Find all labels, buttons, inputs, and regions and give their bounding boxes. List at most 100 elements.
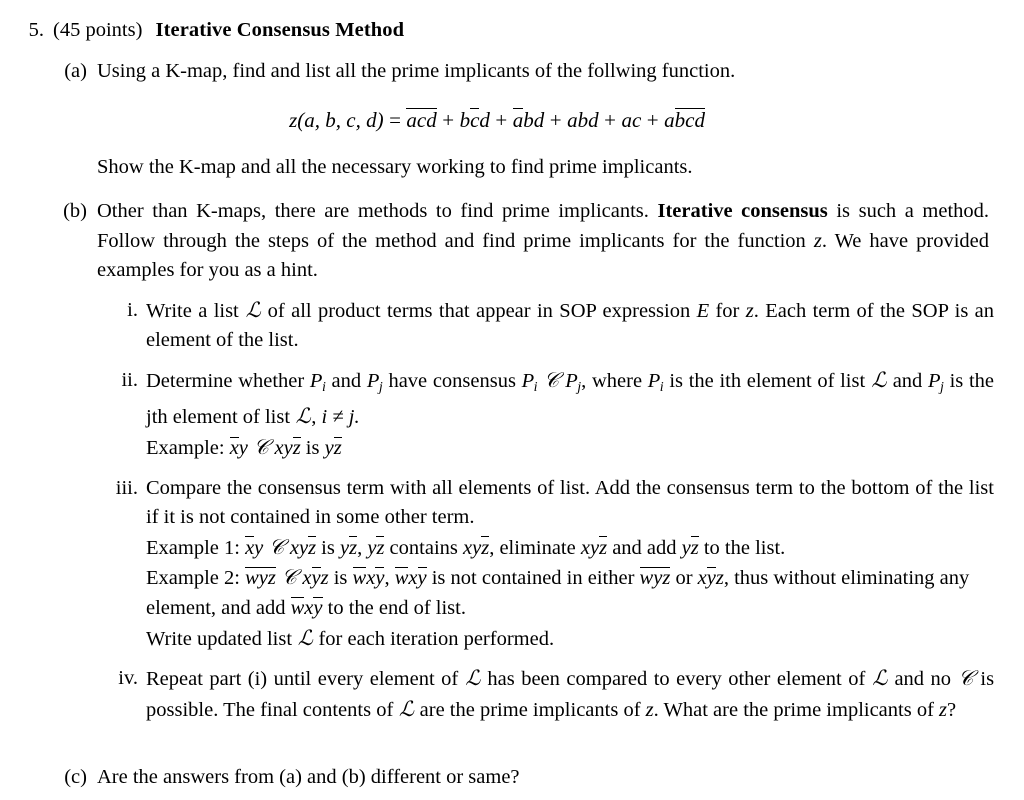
- subitem-ii-p1: Determine whether: [146, 369, 305, 392]
- subitem-i-var-E: E: [696, 299, 710, 322]
- example2-seg3: is not contained in either: [431, 567, 635, 590]
- subitem-iv-p5: are the prime implicants of: [419, 698, 641, 721]
- example2-t4: wxy: [394, 566, 427, 590]
- example1-t4: yz: [367, 536, 385, 559]
- subitem-ii-Pj-1: Pj: [366, 369, 383, 395]
- script-L-icon: ℒ: [295, 404, 311, 429]
- subitem-ii-p6: and: [892, 369, 923, 392]
- equation-plus-2: +: [495, 107, 508, 132]
- subitem-iv-p1: Repeat part (i) until every element of: [146, 668, 459, 691]
- subitem-ii-Pi-2: Pi: [521, 369, 538, 395]
- problem-number: 5.: [28, 19, 44, 41]
- example2-seg1: is: [333, 567, 348, 590]
- document-page: 5. (45 points) Iterative Consensus Metho…: [0, 0, 1024, 800]
- subitem-ii-p2: and: [331, 369, 362, 392]
- script-L-icon: ℒ: [465, 666, 481, 691]
- example2-t1: wyz: [245, 566, 276, 590]
- subitem-iv-var-z-2: z: [939, 698, 948, 721]
- write-updated-p2: for each iteration performed.: [318, 627, 555, 650]
- script-C-icon: 𝒞: [268, 534, 285, 559]
- example2-seg4: or: [675, 567, 693, 590]
- equation-plus-4: +: [604, 107, 616, 132]
- subitem-iv-p7: ?: [947, 698, 957, 721]
- subitem-ii-example-t1: xy: [229, 436, 248, 460]
- subitem-i-marker: i.: [127, 298, 138, 321]
- subitem-ii-neq: i ≠ j.: [321, 406, 360, 429]
- example2-t2: xyz: [302, 566, 329, 590]
- example2-t7: wxy: [290, 596, 323, 620]
- subitem-iv-marker: iv.: [118, 667, 138, 690]
- subitem-iii: iii. Compare the consensus term with all…: [0, 474, 1024, 533]
- script-L-icon: ℒ: [297, 625, 313, 650]
- example1-seg3: contains: [389, 536, 458, 559]
- part-c-marker: (c): [64, 766, 87, 788]
- example2-seg2: ,: [384, 567, 390, 590]
- part-b-var-z: z: [813, 229, 822, 252]
- subitem-iii-text: Compare the consensus term with all elem…: [146, 476, 994, 529]
- function-equation: z(a, b, c, d) = acd + bcd + abd + abd + ac + abcd: [0, 105, 1024, 135]
- problem-heading: 5. (45 points) Iterative Consensus Metho…: [14, 16, 1014, 45]
- part-c-text: Are the answers from (a) and (b) differe…: [97, 766, 520, 788]
- subitem-iii-write-updated: Write updated list ℒ for each iteration …: [0, 624, 1024, 655]
- subitem-ii-p8: ,: [311, 406, 317, 429]
- equation-term-5: ac: [621, 107, 642, 132]
- subitem-ii-Pi-1: Pi: [309, 369, 326, 395]
- part-a-followup-text: Show the K-map and all the necessary wor…: [97, 155, 693, 178]
- part-b: (b) Other than K-maps, there are methods…: [0, 197, 1024, 725]
- example1-seg4: , eliminate: [489, 536, 576, 559]
- subitem-ii-Pi-3: Pi: [647, 369, 664, 395]
- subitem-ii-example-label: Example:: [146, 437, 225, 460]
- subitem-i: i. Write a list ℒ of all product terms t…: [0, 296, 1024, 356]
- equation-term-3: abd: [512, 107, 545, 132]
- subitem-ii-Pj-2: Pj: [565, 369, 582, 395]
- subitem-iii-example2: Example 2: wyz 𝒞 xyz is wxy, wxy is not …: [0, 563, 1024, 623]
- part-a: (a) Using a K-map, find and list all the…: [0, 57, 1024, 182]
- subitem-i-p3: for: [715, 299, 740, 322]
- subitem-ii-p3: have consensus: [388, 369, 516, 392]
- example2-label: Example 2:: [146, 567, 240, 590]
- problem-title: Iterative Consensus Method: [155, 19, 405, 41]
- script-C-icon: 𝒞: [281, 565, 297, 590]
- subitem-ii-example: Example: xy 𝒞 xyz is yz: [0, 433, 1024, 464]
- part-a-body: (a) Using a K-map, find and list all the…: [0, 57, 1024, 87]
- example1-seg1: is: [321, 536, 335, 559]
- subitem-iii-marker: iii.: [115, 476, 138, 499]
- subitem-ii-Pj-3: Pj: [927, 369, 944, 395]
- equation-term-1: acd: [406, 107, 437, 132]
- problem-points: (45 points): [53, 19, 143, 41]
- subitem-ii-p5: is the ith element of list: [669, 369, 866, 392]
- subitem-ii-example-t2: xyz: [274, 436, 301, 460]
- equation-plus-3: +: [549, 107, 562, 132]
- part-a-marker: (a): [64, 60, 87, 82]
- example1-t3: yz: [339, 536, 358, 559]
- equation-term-2: bcd: [459, 107, 490, 132]
- example1-seg2: ,: [357, 536, 363, 559]
- subitem-iii-example1: Example 1: xy 𝒞 xyz is yz, yz contains x…: [0, 533, 1024, 564]
- subitem-i-p2: of all product terms that appear in SOP …: [267, 299, 691, 322]
- equation-plus-5: +: [646, 107, 659, 132]
- part-a-followup: Show the K-map and all the necessary wor…: [0, 153, 1024, 183]
- subitem-iv-p6: . What are the prime implicants of: [653, 698, 934, 721]
- subitem-i-p1: Write a list: [146, 299, 239, 322]
- script-C-icon: 𝒞: [543, 367, 560, 392]
- example1-t5: xyz: [463, 536, 490, 559]
- script-C-icon: 𝒞: [958, 666, 974, 691]
- subitem-iv-p2: has been compared to every other element…: [487, 668, 866, 691]
- part-a-text: Using a K-map, find and list all the pri…: [97, 60, 736, 82]
- example1-t6: xyz: [580, 536, 608, 559]
- subitem-ii-marker: ii.: [121, 368, 138, 391]
- subitem-ii-example-t3: yz: [324, 436, 342, 460]
- script-C-icon: 𝒞: [253, 435, 269, 460]
- subitem-ii-example-is: is: [305, 437, 320, 460]
- example1-t7: yz: [681, 536, 699, 559]
- equation-equals: =: [389, 107, 401, 132]
- write-updated-p1: Write updated list: [146, 627, 293, 650]
- example1-t2: xyz: [289, 536, 317, 559]
- example1-label: Example 1:: [146, 536, 240, 559]
- subitem-ii-p4: , where: [581, 369, 643, 392]
- example1-seg5: and add: [612, 536, 677, 559]
- part-c: (c) Are the answers from (a) and (b) dif…: [0, 763, 1024, 793]
- script-L-icon: ℒ: [245, 297, 261, 322]
- subitem-iv: iv. Repeat part (i) until every element …: [0, 664, 1024, 725]
- subitem-i-var-z: z: [745, 299, 754, 322]
